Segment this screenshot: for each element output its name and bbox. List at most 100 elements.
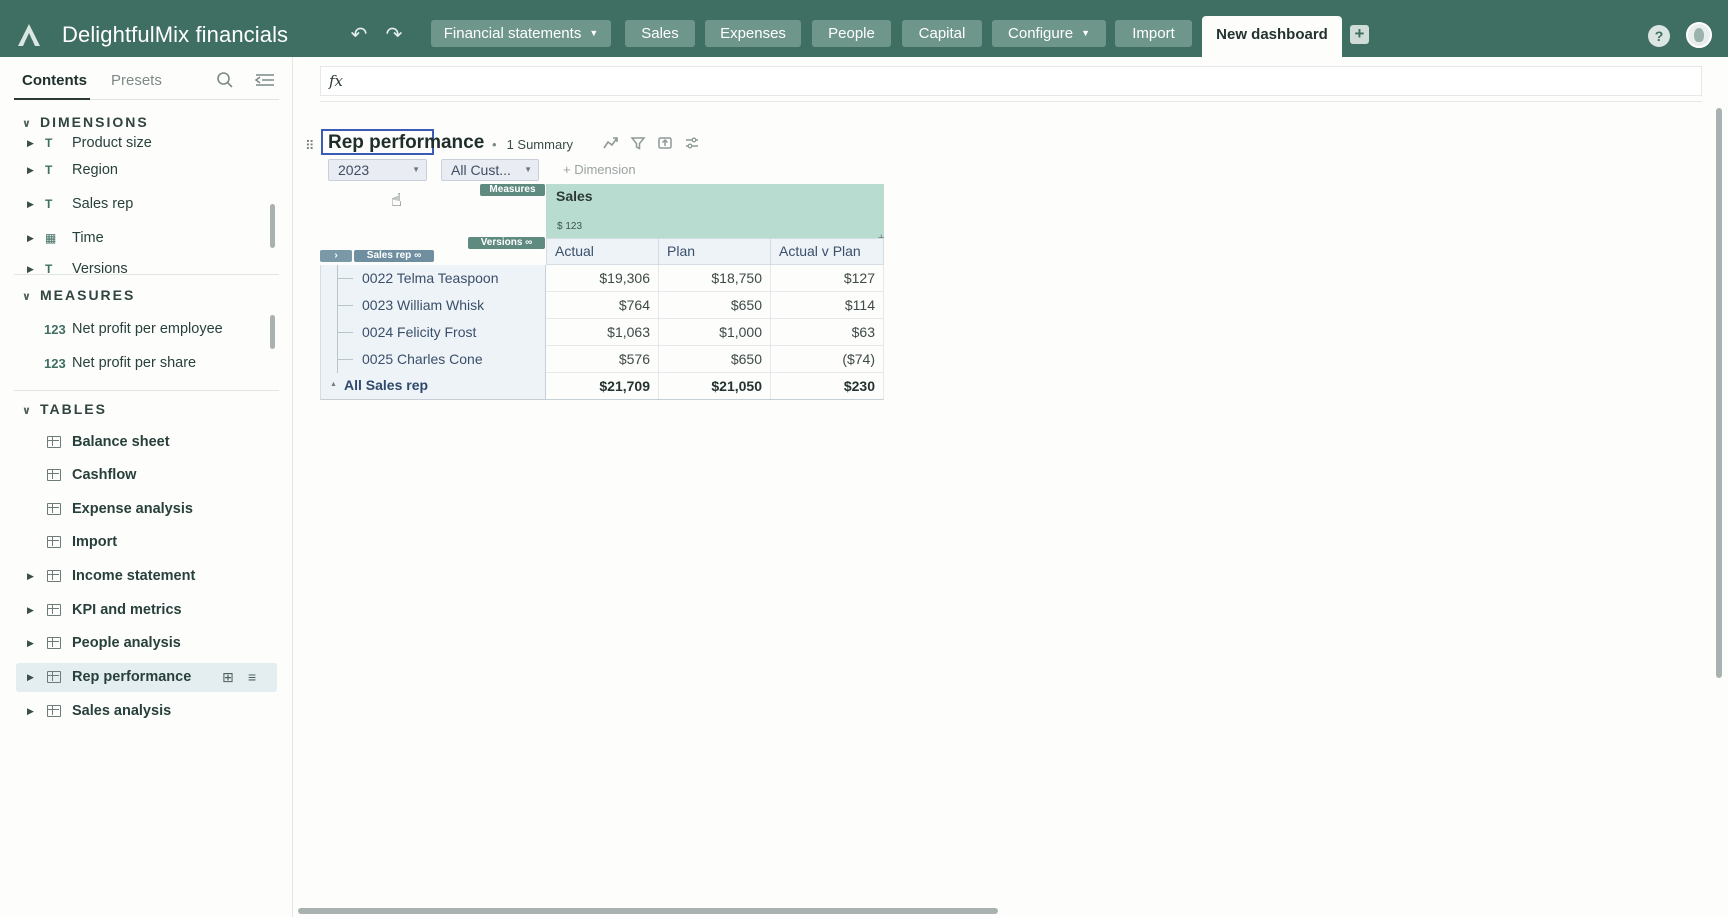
expand-icon[interactable]: ▶	[27, 596, 34, 625]
table-cell[interactable]: ($74)	[770, 346, 884, 373]
measures-pill[interactable]: Measures	[480, 184, 545, 196]
table-cell[interactable]: $1,063	[546, 319, 659, 346]
measure-item[interactable]: 123 Net profit per employee	[16, 315, 277, 344]
table-item[interactable]: ▶ People analysis	[16, 629, 277, 658]
total-cell[interactable]: $230	[770, 373, 884, 400]
column-header-actual-v-plan[interactable]: Actual v Plan	[770, 238, 884, 265]
vertical-scrollbar[interactable]	[1716, 108, 1722, 678]
tables-section-header[interactable]: ∨ TABLES	[22, 401, 107, 417]
collapse-sidebar-icon[interactable]	[254, 71, 276, 89]
export-icon[interactable]	[657, 135, 673, 151]
collapse-icon[interactable]: ▲	[330, 381, 337, 388]
measure-header[interactable]	[546, 184, 884, 238]
table-cell[interactable]: $764	[546, 292, 659, 319]
measures-scrollbar[interactable]	[270, 315, 275, 349]
versions-pill[interactable]: Versions ∞	[468, 237, 545, 249]
app-title: DelightfulMix financials	[62, 22, 289, 47]
undo-icon[interactable]: ↶	[348, 25, 370, 45]
nav-capital-button[interactable]: Capital	[902, 20, 982, 47]
horizontal-scrollbar[interactable]	[298, 908, 998, 914]
table-cell[interactable]: $18,750	[658, 265, 771, 292]
table-item[interactable]: ▶ KPI and metrics	[16, 596, 277, 625]
nav-people-button[interactable]: People	[812, 20, 891, 47]
year-filter-select[interactable]: 2023 ▼	[328, 159, 427, 181]
table-item[interactable]: Cashflow	[16, 461, 277, 490]
dimension-item[interactable]: ▶ T Product size	[16, 134, 277, 158]
options-icon[interactable]: ≡	[248, 663, 256, 692]
row-label[interactable]: 0025 Charles Cone	[362, 351, 483, 367]
expand-rows-icon[interactable]: ›	[320, 250, 352, 262]
nav-expenses-button[interactable]: Expenses	[705, 20, 801, 47]
dimensions-section-header[interactable]: ∨ DIMENSIONS	[22, 114, 149, 130]
measure-item[interactable]: 123 Net profit per share	[16, 349, 277, 378]
tab-new-dashboard[interactable]: New dashboard	[1202, 16, 1342, 57]
sales-rep-pill[interactable]: Sales rep ∞	[354, 250, 434, 262]
column-header-actual[interactable]: Actual	[546, 238, 659, 265]
table-icon	[47, 536, 61, 548]
table-item[interactable]: ▶ Sales analysis	[16, 697, 277, 726]
dimension-item[interactable]: ▶ T Versions	[16, 255, 277, 284]
total-cell[interactable]: $21,050	[658, 373, 771, 400]
add-tab-icon[interactable]: +	[1350, 25, 1369, 44]
row-label[interactable]: 0024 Felicity Frost	[362, 324, 476, 340]
nav-financial-statements-button[interactable]: Financial statements ▼	[431, 20, 611, 47]
filter-icon[interactable]	[630, 135, 646, 151]
search-icon[interactable]	[216, 71, 234, 89]
text-dimension-icon: T	[45, 136, 53, 150]
table-item[interactable]: Expense analysis	[16, 495, 277, 524]
expand-icon[interactable]: ▶	[27, 697, 34, 726]
column-header-plan[interactable]: Plan	[658, 238, 771, 265]
expand-icon[interactable]: ▶	[27, 562, 34, 591]
table-label: Expense analysis	[72, 501, 193, 517]
nav-import-button[interactable]: Import	[1115, 20, 1192, 47]
redo-icon[interactable]: ↷	[383, 25, 405, 45]
dimension-item[interactable]: ▶ T Sales rep	[16, 190, 277, 219]
table-cell[interactable]: $1,000	[658, 319, 771, 346]
measure-name: Sales	[556, 188, 593, 204]
drag-handle-icon[interactable]: ⠿	[305, 138, 315, 154]
table-item[interactable]: Balance sheet	[16, 428, 277, 457]
table-cell[interactable]: $576	[546, 346, 659, 373]
table-item[interactable]: Import	[16, 528, 277, 557]
table-item[interactable]: ▶ Income statement	[16, 562, 277, 591]
filter-value: All Cust...	[451, 162, 511, 178]
customer-filter-select[interactable]: All Cust... ▼	[441, 159, 539, 181]
section-divider	[14, 274, 279, 275]
tab-contents[interactable]: Contents	[22, 72, 87, 89]
main-divider	[320, 101, 1702, 102]
avatar[interactable]	[1686, 22, 1712, 48]
dimension-item[interactable]: ▶ ▦ Time	[16, 224, 277, 253]
formula-bar[interactable]: fx	[320, 66, 1702, 96]
expand-icon[interactable]: ▶	[27, 629, 34, 658]
summary-count[interactable]: 1 Summary	[507, 137, 573, 152]
measure-label: Net profit per employee	[72, 321, 223, 337]
chart-toggle-icon[interactable]	[602, 135, 619, 151]
tab-presets[interactable]: Presets	[111, 72, 162, 89]
table-cell[interactable]: $650	[658, 346, 771, 373]
row-label[interactable]: 0022 Telma Teaspoon	[362, 270, 498, 286]
row-label[interactable]: 0023 William Whisk	[362, 297, 484, 313]
table-cell[interactable]: $650	[658, 292, 771, 319]
dimension-item[interactable]: ▶ T Region	[16, 156, 277, 185]
nav-sales-button[interactable]: Sales	[625, 20, 695, 47]
table-item-selected[interactable]: ▶ Rep performance ⊞ ≡	[16, 663, 277, 692]
table-cell[interactable]: $114	[770, 292, 884, 319]
table-cell[interactable]: $127	[770, 265, 884, 292]
table-cell[interactable]: $19,306	[546, 265, 659, 292]
expand-icon[interactable]: ▶	[27, 663, 34, 692]
help-icon[interactable]: ?	[1648, 25, 1670, 47]
table-label: Import	[72, 534, 118, 550]
link-icon: ∞	[414, 250, 422, 261]
add-dimension-button[interactable]: + Dimension	[563, 162, 636, 177]
add-to-dashboard-icon[interactable]: ⊞	[222, 663, 234, 692]
table-cell[interactable]: $63	[770, 319, 884, 346]
app-logo-icon[interactable]	[16, 22, 42, 48]
nav-configure-button[interactable]: Configure ▼	[992, 20, 1106, 47]
total-row-label[interactable]: All Sales rep	[344, 377, 428, 393]
settings-menu-icon[interactable]	[684, 135, 700, 151]
measures-section-header[interactable]: ∨ MEASURES	[22, 287, 135, 303]
total-cell[interactable]: $21,709	[546, 373, 659, 400]
chevron-down-icon: ∨	[22, 118, 31, 130]
tile-title[interactable]: Rep performance	[328, 132, 484, 154]
dimensions-scrollbar[interactable]	[270, 204, 275, 248]
